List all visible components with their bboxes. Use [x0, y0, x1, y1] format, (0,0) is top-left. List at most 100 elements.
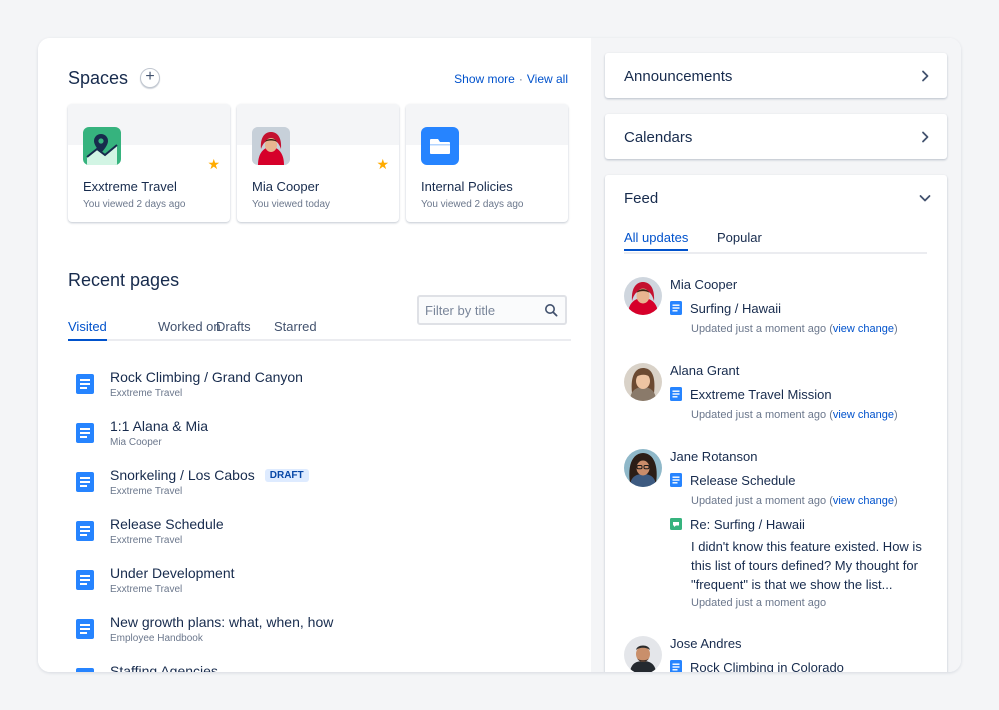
view-change-link[interactable]: view change [833, 409, 894, 421]
feed-page-link[interactable]: Rock Climbing in Colorado [670, 660, 844, 672]
recent-page-row[interactable]: Release Schedule Exxtreme Travel [68, 513, 568, 553]
tab-popular[interactable]: Popular [717, 230, 762, 249]
view-all-link[interactable]: View all [527, 72, 568, 86]
star-icon[interactable]: ★ [376, 156, 389, 173]
feed-item: Jose Andres Rock Climbing in Colorado [624, 636, 934, 672]
recent-page-row[interactable]: Rock Climbing / Grand Canyon Exxtreme Tra… [68, 366, 568, 406]
announcements-title: Announcements [624, 68, 733, 85]
tab-starred[interactable]: Starred [274, 319, 317, 339]
feed-comment-meta: Updated just a moment ago [691, 597, 827, 609]
feed-page-link[interactable]: Exxtreme Travel Mission [670, 387, 832, 402]
feed-panel: Feed All updates Popular Mia Cooper Surf… [605, 175, 947, 672]
feed-page-title: Surfing / Hawaii [690, 301, 782, 316]
feed-meta: Updated just a moment ago (view change) [691, 409, 898, 421]
calendars-title: Calendars [624, 129, 693, 146]
folder-icon [421, 127, 459, 165]
document-icon [670, 301, 682, 315]
announcements-panel[interactable]: Announcements [605, 53, 947, 98]
recent-page-row[interactable]: 1:1 Alana & Mia Mia Cooper [68, 415, 568, 455]
recent-page-space: Exxtreme Travel [110, 486, 183, 497]
document-icon [76, 472, 94, 492]
recent-page-space: Exxtreme Travel [110, 535, 183, 546]
feed-page-title: Release Schedule [690, 473, 796, 488]
space-card-internal-policies[interactable]: Internal Policies You viewed 2 days ago [406, 104, 568, 222]
chevron-right-icon[interactable] [919, 131, 931, 143]
feed-comment-body: I didn't know this feature existed. How … [691, 539, 922, 592]
comment-icon [670, 518, 682, 530]
document-icon [76, 570, 94, 590]
recent-page-row[interactable]: Staffing Agencies [68, 660, 568, 672]
document-icon [76, 374, 94, 394]
space-name: Exxtreme Travel [83, 179, 177, 194]
space-viewed: You viewed 2 days ago [421, 199, 524, 210]
recent-pages-title: Recent pages [68, 270, 180, 290]
recent-page-title: Staffing Agencies [110, 663, 218, 672]
avatar[interactable] [624, 277, 662, 315]
recent-page-title: Release Schedule [110, 516, 224, 532]
tab-drafts[interactable]: Drafts [216, 319, 251, 339]
space-viewed: You viewed today [252, 199, 331, 210]
recent-page-row[interactable]: Snorkeling / Los Cabos DRAFT Exxtreme Trav… [68, 464, 568, 504]
main-column: Spaces + Show more · View all ★ Exxtreme T… [38, 38, 591, 672]
chevron-down-icon[interactable] [919, 192, 931, 204]
spaces-title: Spaces [68, 68, 129, 88]
recent-page-row[interactable]: Under Development Exxtreme Travel [68, 562, 568, 602]
recent-page-space: Exxtreme Travel [110, 584, 183, 595]
feed-meta: Updated just a moment ago (view change) [691, 495, 898, 507]
document-icon [76, 521, 94, 541]
feed-page-link[interactable]: Surfing / Hawaii [670, 301, 781, 316]
recent-page-row[interactable]: New growth plans: what, when, how Employe… [68, 611, 568, 651]
recent-page-title: Snorkeling / Los Cabos DRAFT [110, 467, 309, 483]
view-change-link[interactable]: view change [833, 495, 894, 507]
feed-tabs: All updates Popular [624, 230, 927, 254]
recent-tabs: Visited Worked on Drafts Starred [68, 319, 571, 341]
space-viewed: You viewed 2 days ago [83, 199, 186, 210]
avatar[interactable] [624, 363, 662, 401]
tab-visited[interactable]: Visited [68, 319, 107, 341]
space-card-exxtreme-travel[interactable]: ★ Exxtreme Travel You viewed 2 days ago [68, 104, 230, 222]
spaces-header: Spaces + Show more · View all [68, 68, 568, 90]
recent-page-title: New growth plans: what, when, how [110, 614, 334, 630]
avatar[interactable] [624, 449, 662, 487]
tab-all-updates[interactable]: All updates [624, 230, 689, 251]
chevron-right-icon[interactable] [919, 70, 931, 82]
feed-item: Alana Grant Exxtreme Travel Mission Upda… [624, 363, 934, 433]
feed-page-title: Exxtreme Travel Mission [690, 387, 832, 402]
document-icon [76, 668, 94, 672]
document-icon [670, 473, 682, 487]
document-icon [76, 619, 94, 639]
show-more-link[interactable]: Show more [454, 72, 515, 86]
search-icon[interactable] [544, 303, 558, 317]
document-icon [670, 660, 682, 672]
feed-title: Feed [624, 190, 659, 207]
feed-item: Jane Rotanson Release Schedule Updated j… [624, 449, 934, 619]
recent-page-space: Exxtreme Travel [110, 388, 183, 399]
feed-author[interactable]: Jane Rotanson [670, 449, 757, 464]
tab-worked-on[interactable]: Worked on [158, 319, 221, 339]
recent-page-title: Rock Climbing / Grand Canyon [110, 369, 303, 385]
feed-comment-link[interactable]: Re: Surfing / Hawaii [670, 517, 805, 532]
recent-page-space: Employee Handbook [110, 633, 203, 644]
avatar [252, 127, 290, 165]
feed-page-link[interactable]: Release Schedule [670, 473, 796, 488]
space-name: Internal Policies [421, 179, 513, 194]
space-card-mia-cooper[interactable]: ★ Mia Cooper You viewed today [237, 104, 399, 222]
spaces-links: Show more · View all [454, 72, 568, 86]
calendars-panel[interactable]: Calendars [605, 114, 947, 159]
space-name: Mia Cooper [252, 179, 320, 194]
view-change-link[interactable]: view change [833, 323, 894, 335]
feed-author[interactable]: Mia Cooper [670, 277, 737, 292]
star-icon[interactable]: ★ [207, 156, 220, 173]
avatar[interactable] [624, 636, 662, 672]
feed-author[interactable]: Jose Andres [670, 636, 742, 651]
link-separator: · [518, 72, 523, 86]
feed-comment-title: Re: Surfing / Hawaii [690, 517, 805, 532]
feed-item: Mia Cooper Surfing / Hawaii Updated just… [624, 277, 934, 347]
feed-page-title: Rock Climbing in Colorado [690, 660, 844, 672]
add-space-button[interactable]: + [140, 68, 160, 88]
app-window: Spaces + Show more · View all ★ Exxtreme T… [38, 38, 961, 672]
document-icon [670, 387, 682, 401]
feed-author[interactable]: Alana Grant [670, 363, 739, 378]
side-column: Announcements Calendars Feed All updates… [591, 38, 961, 672]
filter-input[interactable] [425, 301, 535, 319]
